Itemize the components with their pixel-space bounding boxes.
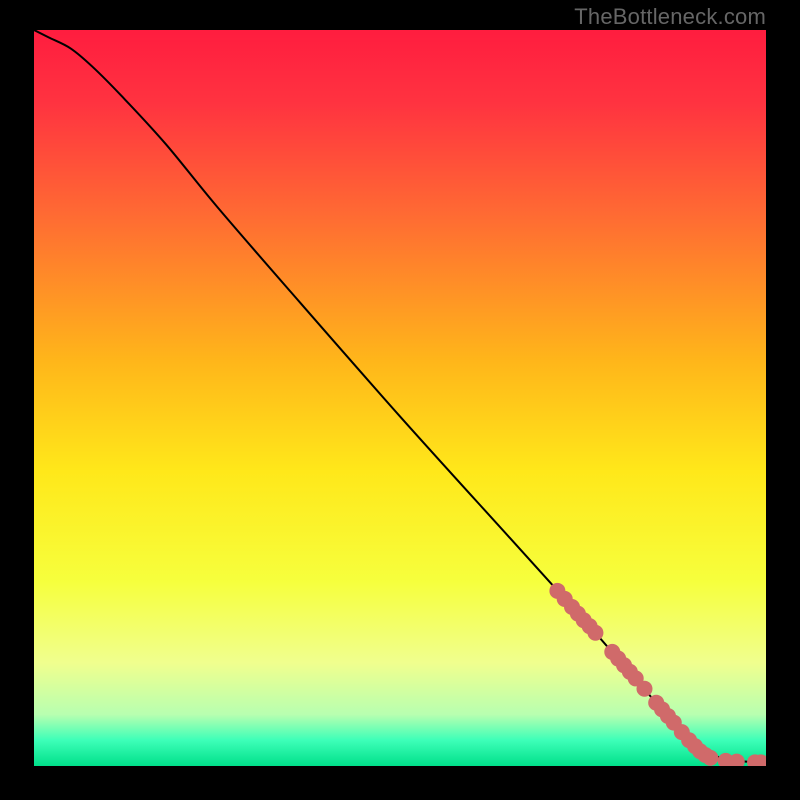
plot-background (34, 30, 766, 766)
chart-frame: TheBottleneck.com (0, 0, 800, 800)
bottleneck-chart (34, 30, 766, 766)
data-marker (636, 681, 652, 697)
attribution-label: TheBottleneck.com (574, 4, 766, 30)
data-marker (587, 625, 603, 641)
data-marker (702, 750, 718, 766)
